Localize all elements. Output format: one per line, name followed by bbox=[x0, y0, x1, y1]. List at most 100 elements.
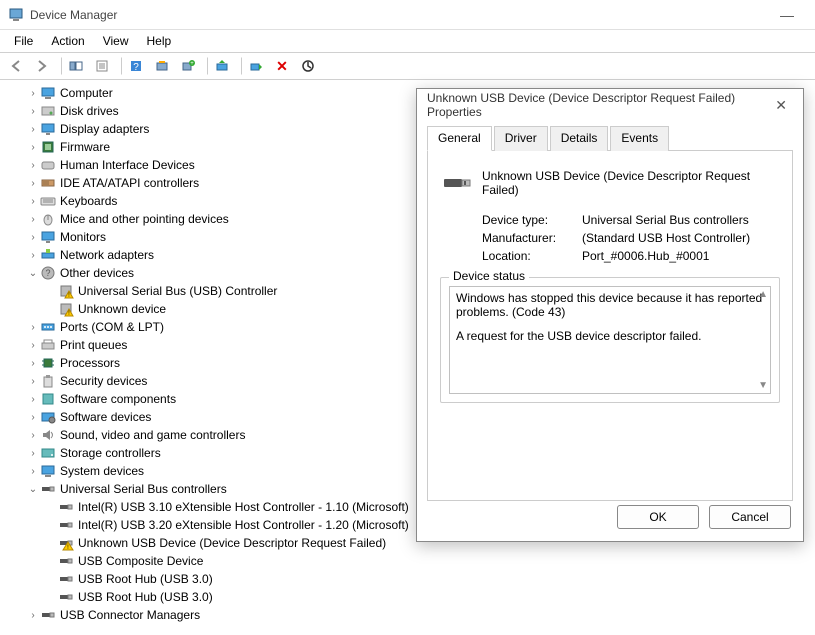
sound-icon bbox=[40, 427, 56, 443]
chevron-down-icon[interactable]: ⌄ bbox=[26, 484, 40, 495]
chevron-right-icon[interactable]: › bbox=[26, 124, 40, 135]
storage-icon bbox=[40, 445, 56, 461]
minimize-button[interactable]: — bbox=[767, 7, 807, 23]
printqueue-icon bbox=[40, 337, 56, 353]
port-icon bbox=[40, 319, 56, 335]
device-name: Unknown USB Device (Device Descriptor Re… bbox=[482, 165, 780, 197]
warning-usb-icon: ! bbox=[58, 535, 74, 551]
svg-text:✕: ✕ bbox=[276, 59, 288, 73]
show-hide-tree-icon[interactable] bbox=[64, 55, 88, 77]
back-arrow-icon[interactable] bbox=[4, 55, 28, 77]
tree-item[interactable]: USB Composite Device bbox=[0, 552, 815, 570]
menubar: File Action View Help bbox=[0, 30, 815, 52]
help-icon[interactable]: ? bbox=[124, 55, 148, 77]
uninstall-icon[interactable] bbox=[296, 55, 320, 77]
warning-device-icon: ! bbox=[58, 301, 74, 317]
menu-help[interactable]: Help bbox=[139, 32, 180, 50]
disable-icon[interactable]: ✕ bbox=[270, 55, 294, 77]
chevron-right-icon[interactable]: › bbox=[26, 340, 40, 351]
svg-text:?: ? bbox=[45, 268, 50, 278]
chevron-right-icon[interactable]: › bbox=[26, 106, 40, 117]
ok-button[interactable]: OK bbox=[617, 505, 699, 529]
tree-item[interactable]: ›USB Connector Managers bbox=[0, 606, 815, 624]
tab-general[interactable]: General bbox=[427, 126, 492, 151]
tab-events[interactable]: Events bbox=[610, 126, 669, 151]
chevron-right-icon[interactable]: › bbox=[26, 358, 40, 369]
scan-hardware-icon[interactable] bbox=[150, 55, 174, 77]
warning-device-icon: ! bbox=[58, 283, 74, 299]
tree-item-label: Monitors bbox=[60, 230, 106, 244]
monitor-icon bbox=[40, 229, 56, 245]
chevron-right-icon[interactable]: › bbox=[26, 610, 40, 621]
chevron-right-icon[interactable]: › bbox=[26, 232, 40, 243]
tab-details[interactable]: Details bbox=[550, 126, 609, 151]
toolbar-separator bbox=[56, 57, 62, 75]
chevron-down-icon[interactable]: ⌄ bbox=[26, 268, 40, 279]
add-legacy-icon[interactable]: + bbox=[176, 55, 200, 77]
tree-item-label: Print queues bbox=[60, 338, 127, 352]
computer-icon bbox=[40, 85, 56, 101]
other-icon: ? bbox=[40, 265, 56, 281]
chevron-right-icon[interactable]: › bbox=[26, 142, 40, 153]
chevron-right-icon[interactable]: › bbox=[26, 448, 40, 459]
system-icon bbox=[40, 463, 56, 479]
forward-arrow-icon[interactable] bbox=[30, 55, 54, 77]
cancel-button[interactable]: Cancel bbox=[709, 505, 791, 529]
menu-action[interactable]: Action bbox=[43, 32, 92, 50]
dialog-titlebar: Unknown USB Device (Device Descriptor Re… bbox=[417, 89, 803, 121]
ide-icon bbox=[40, 175, 56, 191]
chevron-right-icon[interactable]: › bbox=[26, 322, 40, 333]
usb-device-icon bbox=[440, 165, 472, 197]
window-title: Device Manager bbox=[30, 8, 767, 22]
enable-icon[interactable] bbox=[244, 55, 268, 77]
usb-icon bbox=[58, 553, 74, 569]
device-status-legend: Device status bbox=[449, 269, 529, 283]
tree-item[interactable]: USB Root Hub (USB 3.0) bbox=[0, 588, 815, 606]
network-icon bbox=[40, 247, 56, 263]
update-driver-icon[interactable] bbox=[210, 55, 234, 77]
device-status-textbox[interactable]: Windows has stopped this device because … bbox=[449, 286, 771, 394]
menu-file[interactable]: File bbox=[6, 32, 41, 50]
tree-item-label: Display adapters bbox=[60, 122, 149, 136]
device-type-value: Universal Serial Bus controllers bbox=[582, 213, 749, 227]
mouse-icon bbox=[40, 211, 56, 227]
toolbar-separator bbox=[202, 57, 208, 75]
status-line: A request for the USB device descriptor … bbox=[456, 329, 764, 343]
tree-item-label: Firmware bbox=[60, 140, 110, 154]
tab-driver[interactable]: Driver bbox=[494, 126, 548, 151]
usb-icon bbox=[58, 499, 74, 515]
location-value: Port_#0006.Hub_#0001 bbox=[582, 249, 709, 263]
tree-item-label: Sound, video and game controllers bbox=[60, 428, 245, 442]
close-icon[interactable]: ✕ bbox=[769, 97, 793, 114]
chevron-right-icon[interactable]: › bbox=[26, 214, 40, 225]
tree-item-label: Universal Serial Bus (USB) Controller bbox=[78, 284, 277, 298]
tree-item-label: Other devices bbox=[60, 266, 134, 280]
chevron-right-icon[interactable]: › bbox=[26, 394, 40, 405]
tree-item-label: Unknown device bbox=[78, 302, 166, 316]
chevron-right-icon[interactable]: › bbox=[26, 88, 40, 99]
tree-item[interactable]: USB Root Hub (USB 3.0) bbox=[0, 570, 815, 588]
tree-item-label: Software components bbox=[60, 392, 176, 406]
dialog-title: Unknown USB Device (Device Descriptor Re… bbox=[427, 91, 769, 119]
scroll-up-icon[interactable]: ▲ bbox=[758, 289, 768, 300]
location-label: Location: bbox=[482, 249, 582, 263]
tree-item-label: Security devices bbox=[60, 374, 147, 388]
chevron-right-icon[interactable]: › bbox=[26, 412, 40, 423]
chevron-right-icon[interactable]: › bbox=[26, 466, 40, 477]
usb-icon bbox=[58, 517, 74, 533]
svg-text:+: + bbox=[190, 61, 194, 67]
usb-icon bbox=[58, 589, 74, 605]
menu-view[interactable]: View bbox=[95, 32, 137, 50]
scroll-down-icon[interactable]: ▼ bbox=[758, 380, 768, 391]
chevron-right-icon[interactable]: › bbox=[26, 160, 40, 171]
svg-text:?: ? bbox=[133, 62, 139, 73]
chevron-right-icon[interactable]: › bbox=[26, 376, 40, 387]
properties-icon[interactable] bbox=[90, 55, 114, 77]
chevron-right-icon[interactable]: › bbox=[26, 250, 40, 261]
tree-item-label: Processors bbox=[60, 356, 120, 370]
tree-item-label: Computer bbox=[60, 86, 113, 100]
tree-item-label: Disk drives bbox=[60, 104, 119, 118]
chevron-right-icon[interactable]: › bbox=[26, 430, 40, 441]
chevron-right-icon[interactable]: › bbox=[26, 196, 40, 207]
chevron-right-icon[interactable]: › bbox=[26, 178, 40, 189]
